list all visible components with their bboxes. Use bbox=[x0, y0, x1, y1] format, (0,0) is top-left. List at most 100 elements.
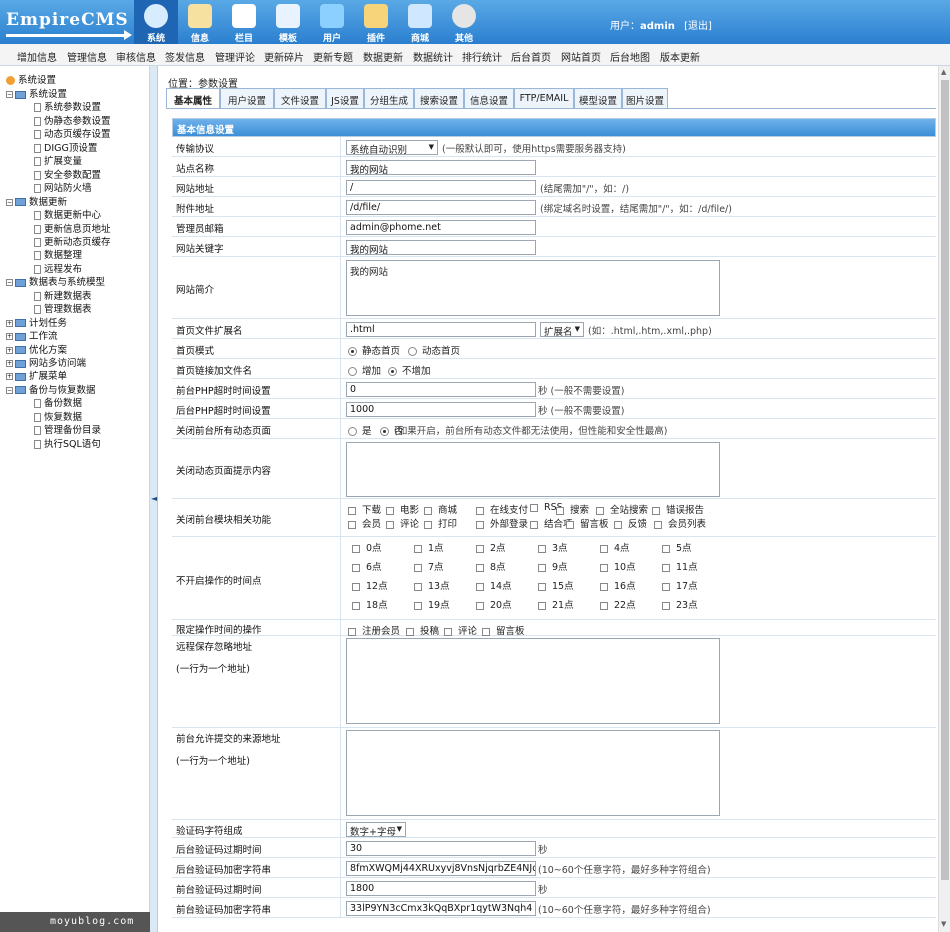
menu-item[interactable]: 数据更新 bbox=[363, 49, 403, 64]
collapse-icon[interactable]: − bbox=[6, 386, 13, 394]
checkbox[interactable] bbox=[476, 582, 484, 591]
nav-card[interactable]: 商城 bbox=[398, 0, 442, 44]
tree-leaf[interactable]: 管理数据表 bbox=[34, 301, 92, 315]
tree-leaf[interactable]: 更新动态页缓存 bbox=[34, 234, 111, 248]
checkbox-option[interactable]: 下载 bbox=[348, 502, 381, 516]
menu-item[interactable]: 排行统计 bbox=[462, 49, 502, 64]
tree-leaf[interactable]: 数据整理 bbox=[34, 247, 82, 261]
tree-leaf[interactable]: 网站防火墙 bbox=[34, 180, 92, 194]
checkbox[interactable] bbox=[600, 563, 608, 572]
hour-checkbox[interactable]: 15点 bbox=[538, 578, 574, 592]
hour-checkbox[interactable]: 5点 bbox=[662, 540, 692, 554]
tab[interactable]: 信息设置 bbox=[464, 88, 514, 108]
checkbox[interactable] bbox=[414, 563, 422, 572]
tree-leaf[interactable]: 动态页缓存设置 bbox=[34, 126, 111, 140]
checkbox[interactable] bbox=[414, 601, 422, 610]
checkbox[interactable] bbox=[476, 520, 484, 529]
checkbox[interactable] bbox=[614, 520, 622, 529]
intro-textarea[interactable]: 我的网站 bbox=[346, 260, 720, 316]
hour-checkbox[interactable]: 14点 bbox=[476, 578, 512, 592]
checkbox[interactable] bbox=[348, 520, 356, 529]
menu-item[interactable]: 增加信息 bbox=[17, 49, 57, 64]
hour-checkbox[interactable]: 7点 bbox=[414, 559, 444, 573]
checkbox-option[interactable]: 会员 bbox=[348, 516, 381, 530]
checkbox[interactable] bbox=[476, 506, 484, 515]
checkbox[interactable] bbox=[662, 582, 670, 591]
nav-user[interactable]: 用户 bbox=[310, 0, 354, 44]
tree-leaf[interactable]: 扩展变量 bbox=[34, 153, 82, 167]
nav-pencil-note[interactable]: 信息 bbox=[178, 0, 222, 44]
text-input[interactable]: 我的网站 bbox=[346, 239, 536, 255]
radio-button[interactable] bbox=[348, 347, 357, 356]
nav-window[interactable]: 模板 bbox=[266, 0, 310, 44]
hour-checkbox[interactable]: 21点 bbox=[538, 597, 574, 611]
checkbox[interactable] bbox=[538, 563, 546, 572]
tree-folder[interactable]: − 数据更新 bbox=[6, 194, 67, 208]
tab[interactable]: 文件设置 bbox=[274, 88, 326, 108]
checkbox[interactable] bbox=[348, 506, 356, 515]
checkbox-option[interactable]: 评论 bbox=[444, 623, 477, 637]
checkbox[interactable] bbox=[538, 601, 546, 610]
collapse-arrow-icon[interactable]: ◄ bbox=[151, 494, 157, 503]
menu-item[interactable]: 数据统计 bbox=[413, 49, 453, 64]
checkbox-option[interactable]: 投稿 bbox=[406, 623, 439, 637]
checkbox[interactable] bbox=[662, 563, 670, 572]
checkbox[interactable] bbox=[596, 506, 604, 515]
menu-item[interactable]: 管理评论 bbox=[215, 49, 255, 64]
radio-button[interactable] bbox=[348, 367, 357, 376]
checkbox[interactable] bbox=[654, 520, 662, 529]
radio-button[interactable] bbox=[348, 427, 357, 436]
hour-checkbox[interactable]: 13点 bbox=[414, 578, 450, 592]
radio-option[interactable]: 不增加 bbox=[388, 363, 431, 377]
tree-leaf[interactable]: 恢复数据 bbox=[34, 409, 82, 423]
menu-item[interactable]: 审核信息 bbox=[116, 49, 156, 64]
hour-checkbox[interactable]: 18点 bbox=[352, 597, 388, 611]
hour-checkbox[interactable]: 0点 bbox=[352, 540, 382, 554]
checkbox[interactable] bbox=[352, 563, 360, 572]
tree-leaf[interactable]: 系统参数设置 bbox=[34, 99, 101, 113]
tab[interactable]: 搜索设置 bbox=[414, 88, 464, 108]
menu-item[interactable]: 后台地图 bbox=[610, 49, 650, 64]
tree-leaf[interactable]: 更新信息页地址 bbox=[34, 221, 111, 235]
tree-leaf[interactable]: 新建数据表 bbox=[34, 288, 92, 302]
checkbox[interactable] bbox=[662, 544, 670, 553]
tree-leaf[interactable]: DIGG顶设置 bbox=[34, 140, 97, 154]
menu-item[interactable]: 管理信息 bbox=[67, 49, 107, 64]
scrollbar[interactable]: ▲ ▼ bbox=[938, 66, 950, 932]
checkbox[interactable] bbox=[538, 582, 546, 591]
checkbox-option[interactable]: 留言板 bbox=[482, 623, 525, 637]
tree-folder[interactable]: + 计划任务 bbox=[6, 315, 67, 329]
menu-item[interactable]: 后台首页 bbox=[511, 49, 551, 64]
tree-folder[interactable]: + 优化方案 bbox=[6, 342, 67, 356]
checkbox[interactable] bbox=[476, 563, 484, 572]
tree-leaf[interactable]: 执行SQL语句 bbox=[34, 436, 101, 450]
tree-root[interactable]: 系统设置 bbox=[6, 72, 56, 86]
tree-folder[interactable]: − 备份与恢复数据 bbox=[6, 382, 96, 396]
select-dropdown[interactable]: 数字+字母 bbox=[346, 821, 406, 838]
collapse-icon[interactable]: − bbox=[6, 279, 13, 287]
text-input[interactable]: 30 bbox=[346, 840, 536, 856]
checkbox[interactable] bbox=[414, 544, 422, 553]
tree-leaf[interactable]: 备份数据 bbox=[34, 395, 82, 409]
sidebar-splitter[interactable]: ◄ bbox=[150, 66, 158, 932]
tree-folder[interactable]: − 系统设置 bbox=[6, 86, 67, 100]
hour-checkbox[interactable]: 8点 bbox=[476, 559, 506, 573]
radio-button[interactable] bbox=[388, 367, 397, 376]
checkbox[interactable] bbox=[444, 627, 452, 636]
radio-option[interactable]: 是 bbox=[348, 423, 372, 437]
expand-icon[interactable]: + bbox=[6, 360, 13, 367]
hour-checkbox[interactable]: 17点 bbox=[662, 578, 698, 592]
radio-button[interactable] bbox=[380, 427, 389, 436]
nav-globe[interactable]: 系统 bbox=[134, 0, 178, 44]
checkbox-option[interactable]: 打印 bbox=[424, 516, 457, 530]
checkbox[interactable] bbox=[556, 506, 564, 515]
hour-checkbox[interactable]: 6点 bbox=[352, 559, 382, 573]
menu-item[interactable]: 更新碎片 bbox=[264, 49, 304, 64]
hour-checkbox[interactable]: 4点 bbox=[600, 540, 630, 554]
tree-leaf[interactable]: 数据更新中心 bbox=[34, 207, 101, 221]
checkbox-option[interactable]: 全站搜索 bbox=[596, 502, 648, 516]
nav-tools[interactable]: 插件 bbox=[354, 0, 398, 44]
radio-option[interactable]: 静态首页 bbox=[348, 343, 400, 357]
checkbox[interactable] bbox=[406, 627, 414, 636]
hour-checkbox[interactable]: 20点 bbox=[476, 597, 512, 611]
